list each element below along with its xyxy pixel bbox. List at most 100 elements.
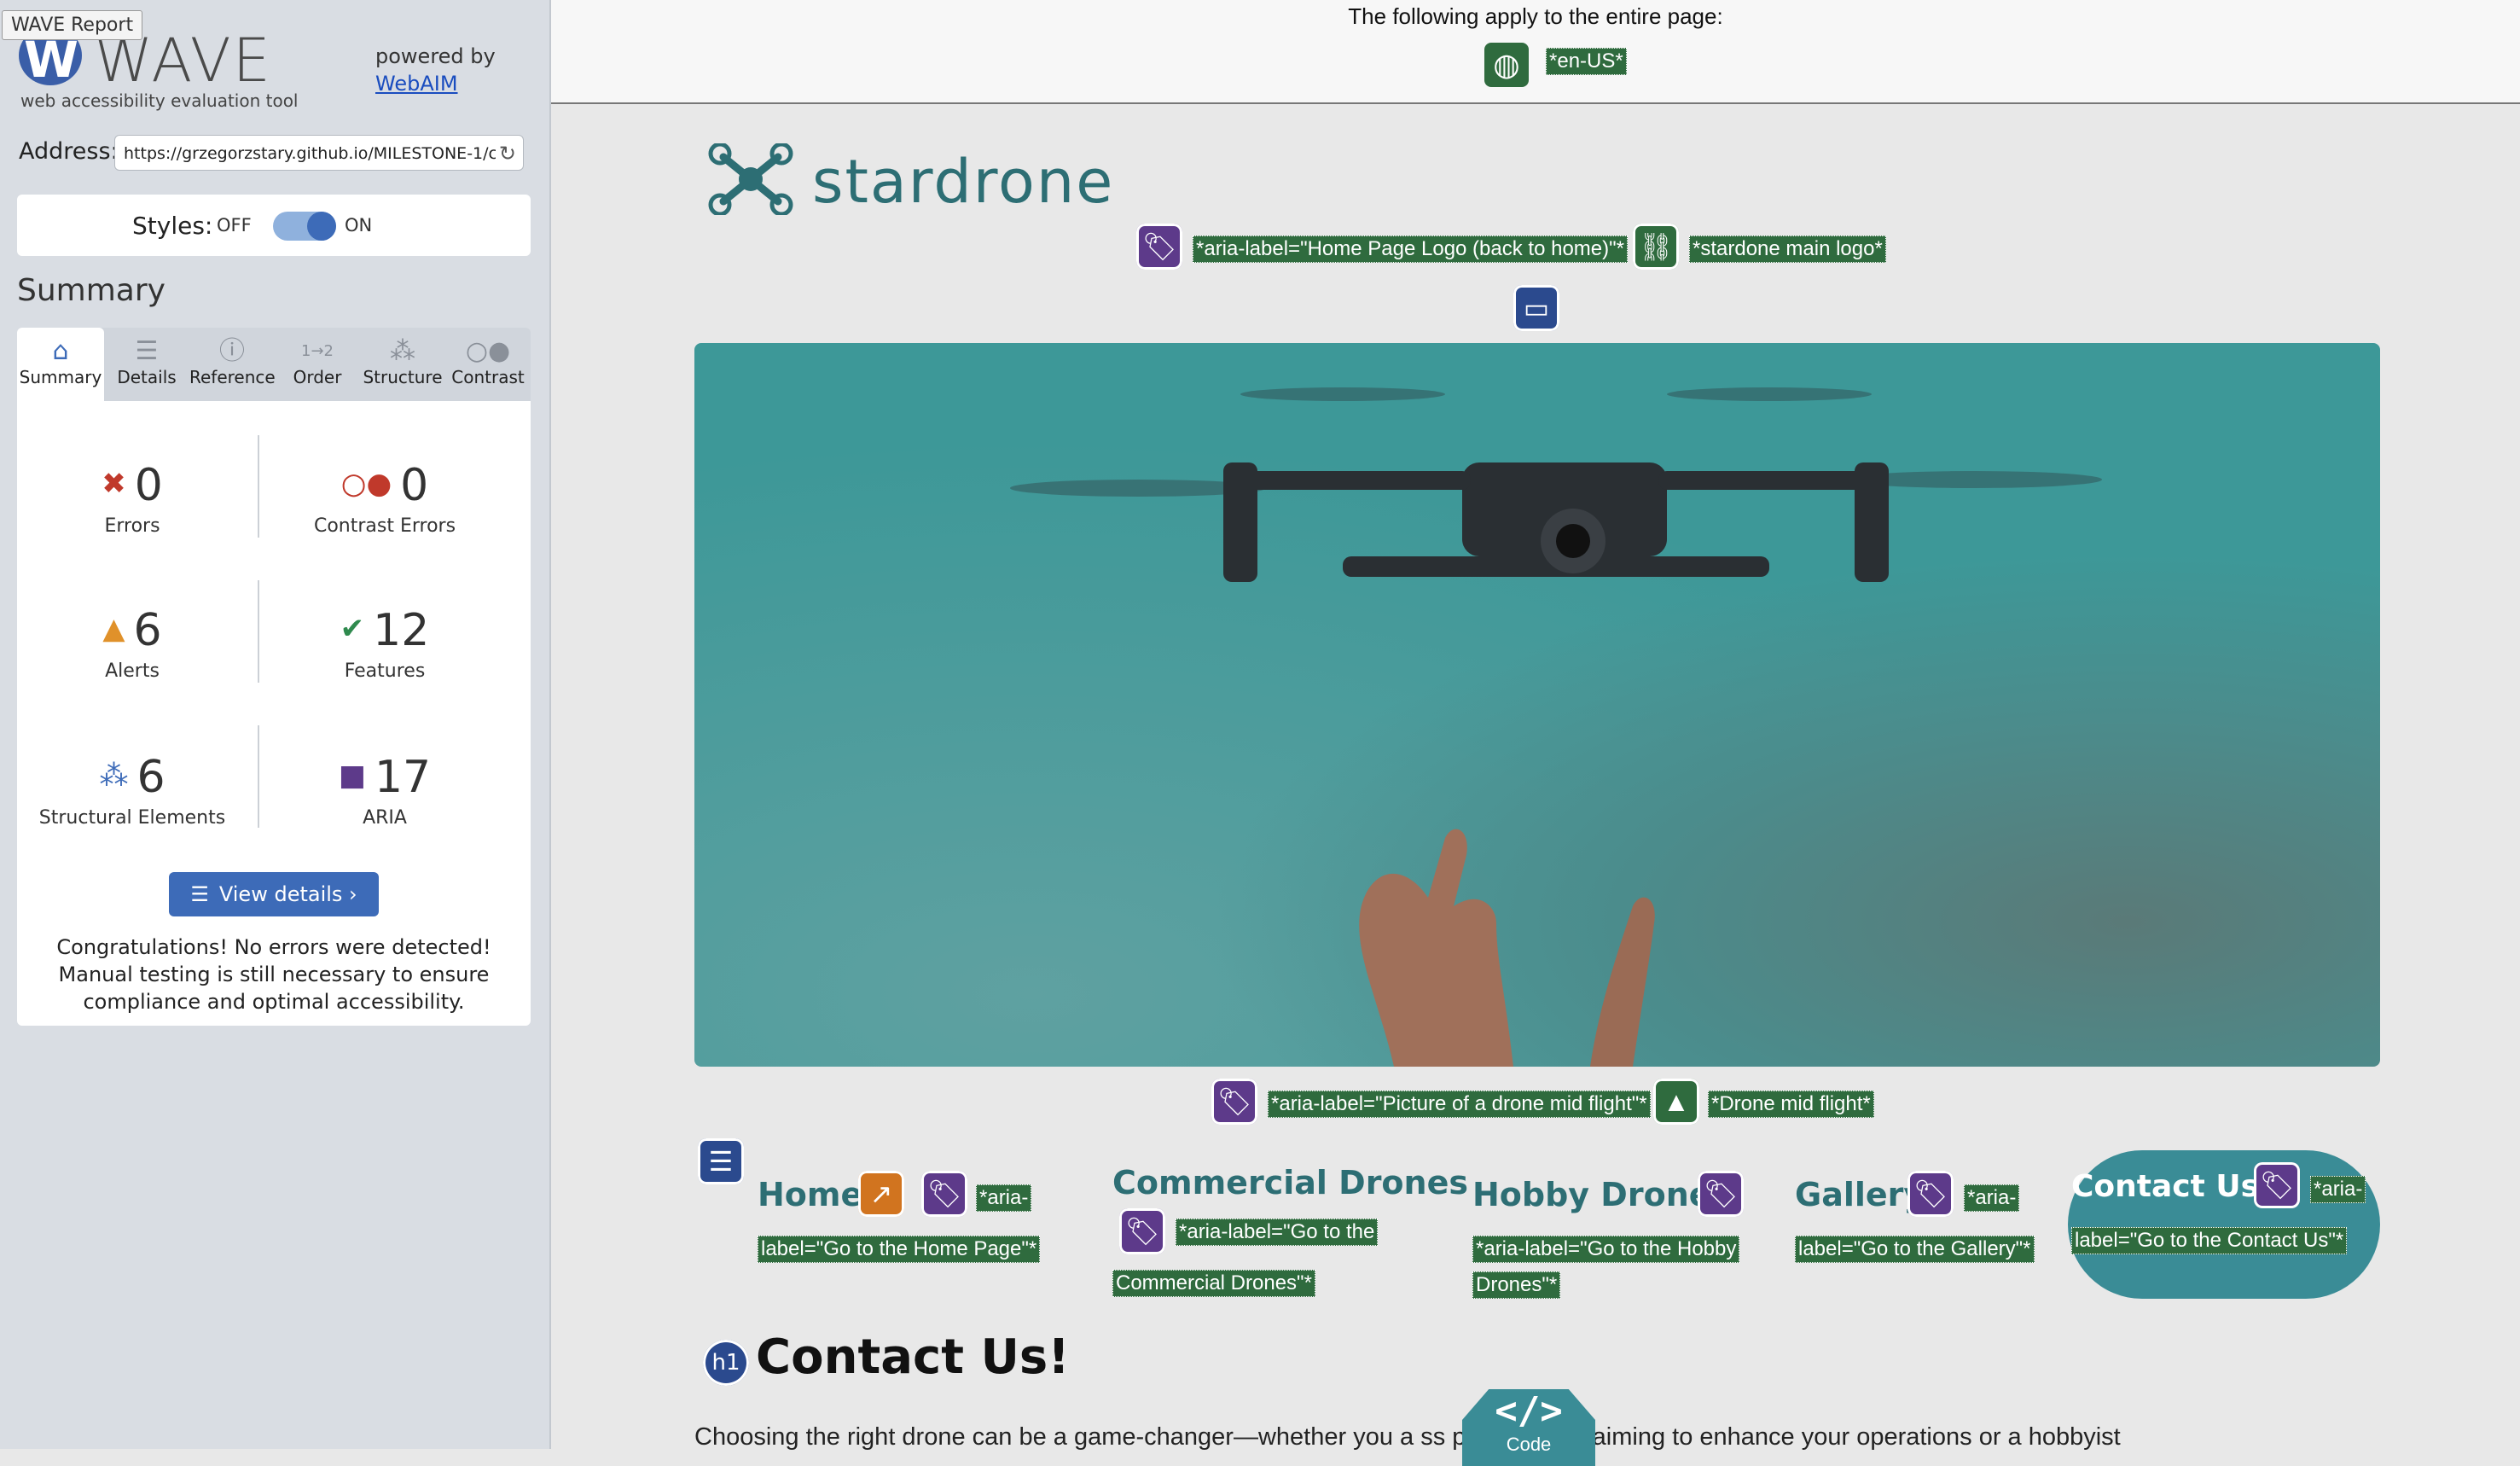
site-logo-text[interactable]: stardrone: [812, 147, 1114, 217]
logo-aria-tag: *aria-label="Home Page Logo (back to hom…: [1193, 236, 1628, 263]
tab-details[interactable]: ☰ Details: [104, 328, 189, 401]
hero-alt-tag: *Drone mid flight*: [1708, 1091, 1874, 1118]
navigation-region-icon[interactable]: ☰: [698, 1138, 744, 1184]
aria-label-icon[interactable]: 🏷: [1907, 1171, 1954, 1217]
error-icon: ✖: [102, 467, 126, 501]
page-title: Contact Us!: [756, 1329, 1070, 1385]
tab-label: Contrast: [451, 367, 525, 387]
home-aria-tag-2: label="Go to the Home Page"*: [758, 1236, 1041, 1263]
divider: [258, 580, 259, 683]
summary-heading: Summary: [17, 273, 165, 308]
aria-label-icon[interactable]: 🏷: [1211, 1079, 1257, 1125]
tab-label: Details: [117, 367, 177, 387]
toggle-knob: [307, 212, 336, 241]
aria-label-icon[interactable]: 🏷: [1698, 1171, 1744, 1217]
code-toggle-button[interactable]: </> Code: [1462, 1389, 1595, 1466]
stat-errors: ✖ 0 Errors: [17, 457, 247, 537]
powered-by-label: powered by: [375, 44, 496, 68]
contrast-error-icon: ○●: [340, 467, 392, 501]
gallery-aria-tag-2: label="Go to the Gallery"*: [1795, 1236, 2035, 1263]
stat-features: ✔ 12 Features: [270, 602, 500, 682]
webaim-link[interactable]: WebAIM: [375, 72, 458, 96]
divider: [258, 435, 259, 538]
styles-off-label: OFF: [217, 215, 252, 236]
structural-count: 6: [136, 752, 165, 803]
address-input[interactable]: https://grzegorzstary.github.io/MILESTON…: [114, 135, 524, 171]
powered-by: powered by WebAIM: [375, 43, 496, 97]
linked-image-icon[interactable]: ⛓: [1633, 224, 1679, 270]
errors-count: 0: [134, 460, 163, 511]
nav-link-contact-us[interactable]: Contact Us! 🏷 *aria- label="Go to the Co…: [2068, 1150, 2380, 1299]
tab-label: Structure: [363, 367, 443, 387]
tab-order[interactable]: 1→2 Order: [275, 328, 360, 401]
wave-tabs: ⌂ Summary ☰ Details ⓘ Reference 1→2 Orde…: [17, 328, 531, 401]
styles-on-label: ON: [345, 215, 373, 236]
order-icon: 1→2: [301, 342, 334, 360]
structural-label: Structural Elements: [38, 807, 226, 829]
code-icon: </>: [1495, 1389, 1563, 1433]
heading-h1-icon[interactable]: h1: [703, 1340, 749, 1386]
gallery-aria-tag-1: *aria-: [1964, 1184, 2020, 1212]
page-level-text: The following apply to the entire page:: [1348, 3, 1723, 29]
contrast-errors-count: 0: [400, 460, 429, 511]
nav-link-commercial-drones[interactable]: Commercial Drones: [1112, 1164, 1468, 1201]
stat-contrast-errors: ○● 0 Contrast Errors: [270, 457, 500, 537]
aria-label: ARIA: [363, 807, 407, 829]
address-label: Address:: [19, 138, 119, 165]
errors-label: Errors: [104, 515, 160, 537]
tab-label: Reference: [189, 367, 276, 387]
nav-link-gallery[interactable]: Gallery: [1795, 1176, 1925, 1213]
features-label: Features: [344, 660, 426, 682]
structure-icon: ⁂: [390, 336, 415, 366]
aria-label-icon[interactable]: 🏷: [1119, 1208, 1165, 1254]
contrast-icon: ○●: [465, 336, 511, 366]
hero-aria-tag: *aria-label="Picture of a drone mid flig…: [1268, 1091, 1651, 1118]
header-region-icon[interactable]: ▭: [1513, 285, 1559, 331]
tab-reference[interactable]: ⓘ Reference: [189, 328, 276, 401]
code-label: Code: [1506, 1434, 1552, 1455]
features-count: 12: [373, 605, 430, 656]
drone-photo: [1010, 387, 2102, 1067]
tab-structure[interactable]: ⁂ Structure: [360, 328, 445, 401]
nav-link-home[interactable]: Home: [758, 1176, 862, 1213]
home-aria-tag-1: *aria-: [976, 1184, 1032, 1212]
stat-structural: ⁂ 6 Structural Elements: [17, 749, 247, 829]
stat-aria: ■ 17 ARIA: [270, 749, 500, 829]
contact-us-label: Contact Us!: [2071, 1169, 2273, 1204]
commercial-aria-tag-2: Commercial Drones"*: [1112, 1270, 1315, 1297]
tab-label: Summary: [19, 367, 102, 387]
aria-count: 17: [374, 752, 432, 803]
image-alt-icon[interactable]: ▲: [1653, 1079, 1699, 1125]
aria-cube-icon: ■: [338, 759, 366, 793]
reload-icon[interactable]: ↻: [495, 136, 516, 170]
contact-aria-tag-2: label="Go to the Contact Us"*: [2071, 1227, 2348, 1254]
page-level-bar: The following apply to the entire page: …: [551, 0, 2520, 104]
hobby-aria-tag-2: Drones"*: [1472, 1271, 1561, 1299]
aria-label-icon[interactable]: 🏷: [921, 1171, 967, 1217]
structure-icon: ⁂: [99, 759, 129, 793]
wave-report-tooltip: WAVE Report: [2, 10, 143, 40]
nav-link-hobby-drones[interactable]: Hobby Drones: [1472, 1176, 1730, 1213]
language-tag: *en-US*: [1546, 48, 1627, 75]
styles-toggle[interactable]: [273, 212, 336, 241]
alert-icon: ▲: [102, 612, 125, 646]
list-icon: ☰: [190, 882, 209, 906]
alert-icon[interactable]: ↗: [858, 1171, 904, 1217]
view-details-button[interactable]: ☰ View details ›: [169, 872, 379, 916]
aria-label-icon[interactable]: 🏷: [2254, 1162, 2300, 1208]
aria-label-icon[interactable]: 🏷: [1136, 224, 1182, 270]
language-icon[interactable]: ◍: [1484, 43, 1529, 87]
congrats-message: Congratulations! No errors were detected…: [56, 935, 491, 1014]
home-icon: ⌂: [52, 336, 69, 366]
hobby-aria-tag-1: *aria-label="Go to the Hobby: [1472, 1236, 1740, 1263]
tab-summary[interactable]: ⌂ Summary: [17, 328, 104, 401]
styles-label: Styles:: [132, 212, 213, 240]
alerts-label: Alerts: [105, 660, 160, 682]
drone-logo-icon[interactable]: [708, 143, 793, 215]
stat-alerts: ▲ 6 Alerts: [17, 602, 247, 682]
tab-contrast[interactable]: ○● Contrast: [445, 328, 531, 401]
list-icon: ☰: [135, 336, 159, 366]
feature-check-icon: ✔: [340, 612, 365, 646]
wave-subtitle: web accessibility evaluation tool: [20, 90, 299, 111]
summary-panel: ✖ 0 Errors ○● 0 Contrast Errors ▲ 6 Alerts …: [17, 401, 531, 1026]
